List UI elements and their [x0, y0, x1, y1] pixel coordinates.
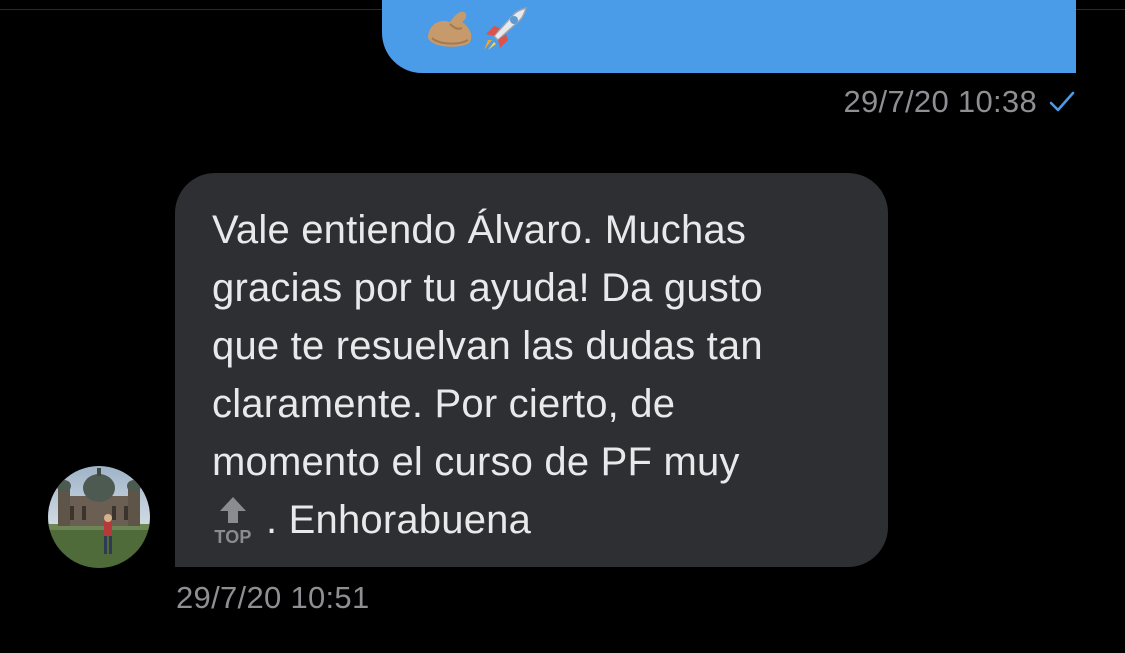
- incoming-message-bubble[interactable]: Vale entiendo Álvaro. Muchas gracias por…: [175, 173, 888, 567]
- message-line: gracias por tu ayuda! Da gusto: [212, 266, 763, 310]
- message-line-last: TOP . Enhorabuena: [212, 491, 851, 549]
- message-line: claramente. Por cierto, de: [212, 382, 676, 426]
- outgoing-message-meta: 29/7/20 10:38: [843, 84, 1075, 120]
- message-line: que te resuelvan las dudas tan: [212, 324, 763, 368]
- flexed-biceps-icon: [424, 8, 476, 50]
- single-check-icon: [1049, 90, 1075, 114]
- top-emoji-label: TOP: [214, 527, 251, 547]
- outgoing-message-bubble[interactable]: [382, 0, 1076, 73]
- message-line-tail: . Enhorabuena: [266, 498, 532, 542]
- outgoing-timestamp: 29/7/20 10:38: [843, 84, 1037, 119]
- chat-conversation: 29/7/20 10:38 Vale entiendo Álvaro. Much…: [0, 0, 1125, 653]
- rocket-icon: [480, 6, 530, 52]
- message-text: Vale entiendo Álvaro. Muchas gracias por…: [212, 201, 851, 549]
- sender-avatar[interactable]: [48, 466, 150, 568]
- emoji-row: [424, 6, 530, 52]
- incoming-timestamp: 29/7/20 10:51: [176, 580, 370, 615]
- message-line: momento el curso de PF muy: [212, 440, 740, 484]
- message-line: Vale entiendo Álvaro. Muchas: [212, 208, 747, 252]
- top-arrow-icon: TOP: [212, 495, 254, 547]
